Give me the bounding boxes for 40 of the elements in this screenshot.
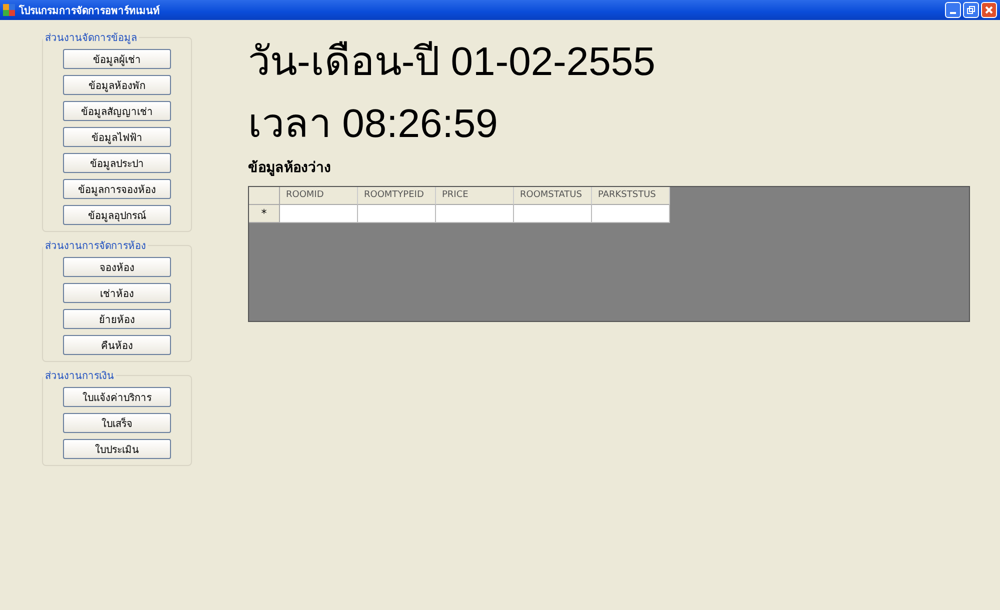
menu-button[interactable]: ข้อมูลสัญญาเช่า [63,101,171,121]
restore-icon [966,5,976,15]
group-title: ส่วนงานการเงิน [44,370,115,383]
app-icon [3,4,15,16]
menu-button[interactable]: ย้ายห้อง [63,309,171,329]
menu-button[interactable]: เช่าห้อง [63,283,171,303]
maximize-button[interactable] [963,2,979,18]
row-header: * [249,205,280,223]
minimize-icon [950,12,956,14]
table-cell[interactable] [592,205,670,223]
table-cell[interactable] [514,205,592,223]
menu-button[interactable]: ใบแจ้งค่าบริการ [63,387,171,407]
date-label: วัน-เดือน-ปี 01-02-2555 [248,39,656,86]
menu-button[interactable]: ข้อมูลห้องพัก [63,75,171,95]
menu-button[interactable]: ข้อมูลไฟฟ้า [63,127,171,147]
close-icon [984,5,994,15]
window-title: โปรแกรมการจัดการอพาร์ทเมนท์ [19,4,160,18]
column-header[interactable]: ROOMID [280,187,358,205]
time-label: เวลา 08:26:59 [248,101,499,148]
menu-button[interactable]: คืนห้อง [63,335,171,355]
table-title: ข้อมูลห้องว่าง [248,159,332,178]
table-cell[interactable] [280,205,358,223]
row-header [249,187,280,205]
menu-button[interactable]: ข้อมูลอุปกรณ์ [63,205,171,225]
column-header[interactable]: PRICE [436,187,514,205]
menu-button[interactable]: จองห้อง [63,257,171,277]
menu-button[interactable]: ใบเสร็จ [63,413,171,433]
menu-button[interactable]: ข้อมูลผู้เช่า [63,49,171,69]
menu-button[interactable]: ใบประเมิน [63,439,171,459]
group-title: ส่วนงานจัดการข้อมูล [44,32,138,45]
column-header[interactable]: PARKSTSTUS [592,187,670,205]
table-cell[interactable] [358,205,436,223]
group-title: ส่วนงานการจัดการห้อง [44,240,147,253]
menu-button[interactable]: ข้อมูลประปา [63,153,171,173]
close-button[interactable] [981,2,997,18]
minimize-button[interactable] [945,2,961,18]
menu-button[interactable]: ข้อมูลการจองห้อง [63,179,171,199]
column-header[interactable]: ROOMSTATUS [514,187,592,205]
table-cell[interactable] [436,205,514,223]
column-header[interactable]: ROOMTYPEID [358,187,436,205]
